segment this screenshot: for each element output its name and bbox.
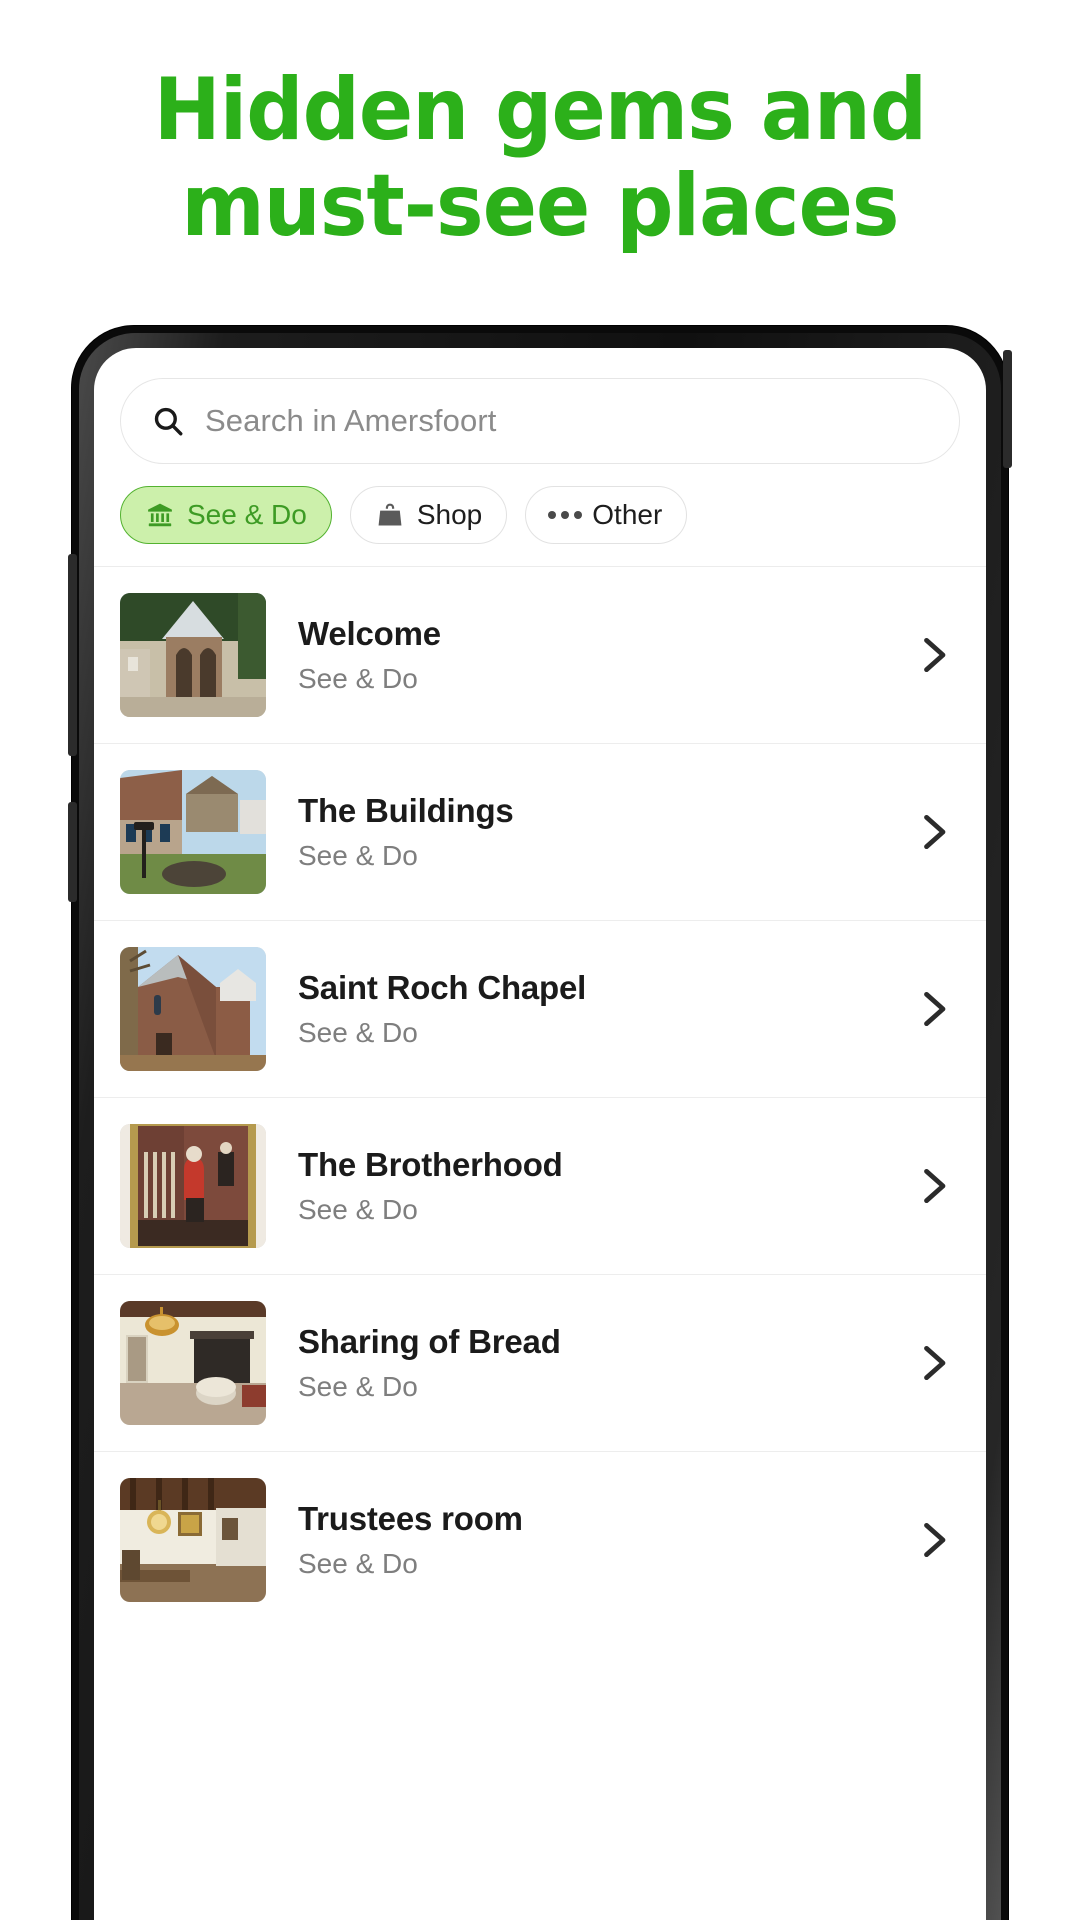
filter-chip-label: Other xyxy=(592,499,663,530)
chevron-right-icon[interactable] xyxy=(910,987,954,1031)
filter-chip-other[interactable]: Other xyxy=(525,486,688,544)
list-item-text: The Buildings See & Do xyxy=(266,791,910,872)
list-item[interactable]: Welcome See & Do xyxy=(94,567,986,744)
trustees-room-photo xyxy=(120,1478,266,1602)
filter-chip-shop[interactable]: Shop xyxy=(349,486,508,544)
list-item[interactable]: The Buildings See & Do xyxy=(94,744,986,921)
list-item-title: The Brotherhood xyxy=(298,1146,563,1184)
phone-mockup: Search in Amersfoort See & Do Shop Other… xyxy=(68,326,1012,1920)
brick-chapel-photo xyxy=(120,947,266,1071)
bank-museum-icon xyxy=(145,500,175,530)
list-item[interactable]: Trustees room See & Do xyxy=(94,1452,986,1628)
chevron-right-icon[interactable] xyxy=(910,1341,954,1385)
filter-chip-label: See & Do xyxy=(187,499,307,530)
list-item-title: The Buildings xyxy=(298,792,514,830)
list-item-text: Trustees room See & Do xyxy=(266,1499,910,1580)
shopping-bag-icon xyxy=(375,500,405,530)
historic-painting-photo xyxy=(120,1124,266,1248)
chevron-right-icon[interactable] xyxy=(910,633,954,677)
almshouse-courtyard-photo xyxy=(120,770,266,894)
list-item[interactable]: Saint Roch Chapel See & Do xyxy=(94,921,986,1098)
chapel-exterior-photo xyxy=(120,593,266,717)
volume-button[interactable] xyxy=(68,554,77,756)
search-section: Search in Amersfoort xyxy=(94,348,986,464)
list-item-text: Saint Roch Chapel See & Do xyxy=(266,968,910,1049)
list-item-title: Trustees room xyxy=(298,1500,523,1538)
list-item-subtitle: See & Do xyxy=(298,663,418,694)
list-item[interactable]: The Brotherhood See & Do xyxy=(94,1098,986,1275)
list-item-subtitle: See & Do xyxy=(298,1548,418,1579)
promo-screenshot: Hidden gems and must-see places Search i… xyxy=(0,0,1080,1920)
search-input[interactable]: Search in Amersfoort xyxy=(120,378,960,464)
filter-chip-see-and-do[interactable]: See & Do xyxy=(120,486,332,544)
list-item-subtitle: See & Do xyxy=(298,1371,418,1402)
list-item-text: The Brotherhood See & Do xyxy=(266,1145,910,1226)
chevron-right-icon[interactable] xyxy=(910,1164,954,1208)
poi-list: Welcome See & Do The Buildings See & Do … xyxy=(94,567,986,1628)
filter-chip-label: Shop xyxy=(416,499,483,530)
list-item-text: Sharing of Bread See & Do xyxy=(266,1322,910,1403)
page-title-line-1: Hidden gems and xyxy=(153,60,927,160)
list-item-subtitle: See & Do xyxy=(298,1017,418,1048)
list-item-title: Welcome xyxy=(298,615,441,653)
list-item-subtitle: See & Do xyxy=(298,1194,418,1225)
phone-screen: Search in Amersfoort See & Do Shop Other… xyxy=(94,348,986,1920)
page-title-line-2: must-see places xyxy=(181,156,899,257)
list-item-title: Saint Roch Chapel xyxy=(298,969,587,1007)
list-item-subtitle: See & Do xyxy=(298,840,418,871)
power-button[interactable] xyxy=(68,802,77,902)
chevron-right-icon[interactable] xyxy=(910,810,954,854)
hearth-room-photo xyxy=(120,1301,266,1425)
filter-chip-row: See & Do Shop Other xyxy=(94,464,986,567)
search-icon xyxy=(151,404,185,438)
list-item-text: Welcome See & Do xyxy=(266,614,910,695)
list-item-title: Sharing of Bread xyxy=(298,1323,561,1361)
page-title: Hidden gems and must-see places xyxy=(38,62,1042,255)
side-button-right[interactable] xyxy=(1003,350,1012,468)
list-item[interactable]: Sharing of Bread See & Do xyxy=(94,1275,986,1452)
search-placeholder-text: Search in Amersfoort xyxy=(205,403,497,438)
chevron-right-icon[interactable] xyxy=(910,1518,954,1562)
ellipsis-icon xyxy=(548,500,583,530)
